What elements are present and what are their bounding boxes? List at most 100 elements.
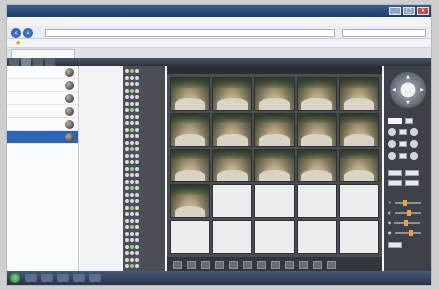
taskbar-item[interactable]: [25, 274, 37, 282]
camera-feed[interactable]: [338, 112, 379, 147]
camera-feed[interactable]: [338, 148, 379, 183]
viewer-tool-button[interactable]: [215, 261, 224, 269]
camera-feed[interactable]: [212, 148, 253, 183]
brightness-slider[interactable]: [394, 199, 421, 206]
default-button[interactable]: [388, 242, 402, 248]
iris-close-button[interactable]: [388, 152, 396, 160]
empty-channel[interactable]: [254, 220, 295, 254]
slider-knob[interactable]: [402, 199, 407, 206]
empty-channel[interactable]: [170, 220, 211, 254]
slider-knob[interactable]: [408, 229, 413, 236]
device-item-selected[interactable]: [7, 131, 78, 144]
search-input[interactable]: [342, 29, 426, 37]
taskbar-item[interactable]: [73, 274, 85, 282]
empty-channel[interactable]: [338, 184, 379, 219]
ptz-dpad-icon[interactable]: ▲ ▼ ◀ ▶: [390, 72, 426, 108]
slider-knob[interactable]: [406, 209, 411, 216]
camera-feed[interactable]: [338, 77, 379, 111]
camera-feed[interactable]: [170, 77, 211, 111]
taskbar-item[interactable]: [41, 274, 53, 282]
taskbar-item[interactable]: [57, 274, 69, 282]
camera-feed[interactable]: [254, 148, 295, 183]
camera-feed[interactable]: [296, 112, 337, 147]
taskbar-item[interactable]: [89, 274, 101, 282]
channel-status-icon: [130, 264, 134, 269]
close-button[interactable]: x: [417, 7, 429, 15]
camera-feed[interactable]: [296, 148, 337, 183]
browser-tab[interactable]: [11, 49, 75, 58]
app-tab[interactable]: [9, 58, 19, 66]
empty-channel[interactable]: [254, 184, 295, 219]
speed-input[interactable]: [388, 118, 402, 124]
viewer-tool-button[interactable]: [313, 261, 322, 269]
viewer-tool-button[interactable]: [173, 261, 182, 269]
saturation-slider[interactable]: [394, 219, 421, 226]
viewer-tool-button[interactable]: [327, 261, 336, 269]
channel-status-icon: [130, 153, 134, 158]
device-item[interactable]: [7, 105, 78, 118]
preset-row: [388, 170, 419, 176]
channel-status-icon: [135, 153, 139, 158]
star-icon[interactable]: ★: [15, 39, 21, 47]
device-item[interactable]: [7, 79, 78, 92]
camera-feed[interactable]: [254, 77, 295, 111]
camera-feed[interactable]: [212, 112, 253, 147]
camera-feed[interactable]: [212, 77, 253, 111]
channel-row[interactable]: [125, 263, 163, 270]
device-item[interactable]: [7, 66, 78, 79]
viewer-tool-button[interactable]: [229, 261, 238, 269]
zoom-in-button[interactable]: [410, 128, 418, 136]
preset-button[interactable]: [388, 170, 402, 176]
channel-status-icon: [125, 231, 129, 236]
camera-feed[interactable]: [170, 184, 211, 219]
preset-button[interactable]: [405, 180, 419, 186]
forward-arrow-icon[interactable]: ›: [23, 28, 33, 38]
start-button-icon[interactable]: [10, 273, 20, 283]
viewer-tool-button[interactable]: [299, 261, 308, 269]
window-controls: _ □ x: [389, 7, 429, 15]
focus-far-button[interactable]: [410, 140, 418, 148]
empty-channel[interactable]: [212, 184, 253, 219]
viewer-tool-button[interactable]: [285, 261, 294, 269]
camera-feed[interactable]: [170, 148, 211, 183]
viewer-tool-button[interactable]: [243, 261, 252, 269]
empty-channel[interactable]: [338, 220, 379, 254]
preset-button[interactable]: [405, 170, 419, 176]
camera-feed[interactable]: [296, 77, 337, 111]
device-item[interactable]: [7, 92, 78, 105]
app-tab[interactable]: [45, 58, 55, 66]
camera-feed[interactable]: [170, 112, 211, 147]
viewer-tool-button[interactable]: [257, 261, 266, 269]
viewer-tool-button[interactable]: [187, 261, 196, 269]
channel-status-icon: [125, 166, 129, 171]
empty-channel[interactable]: [296, 184, 337, 219]
channel-status-icon: [135, 82, 139, 87]
channel-status-icon: [130, 231, 134, 236]
camera-feed[interactable]: [254, 112, 295, 147]
ptz-left-arrow[interactable]: ◀: [392, 87, 396, 93]
saturation-icon: ◆: [388, 220, 392, 225]
contrast-slider[interactable]: [394, 209, 421, 216]
ptz-down-arrow[interactable]: ▼: [406, 100, 410, 106]
preset-button[interactable]: [388, 180, 402, 186]
app-tab-active[interactable]: [21, 58, 31, 66]
ptz-up-arrow[interactable]: ▲: [406, 74, 410, 80]
device-item[interactable]: [7, 118, 78, 131]
minimize-button[interactable]: _: [389, 7, 401, 15]
iris-open-button[interactable]: [410, 152, 418, 160]
viewer-tool-button[interactable]: [201, 261, 210, 269]
brightness-row: ☀: [388, 199, 421, 206]
zoom-out-button[interactable]: [388, 128, 396, 136]
app-tab[interactable]: [33, 58, 43, 66]
url-input[interactable]: [45, 29, 335, 37]
focus-near-button[interactable]: [388, 140, 396, 148]
viewer-tool-button[interactable]: [271, 261, 280, 269]
hue-slider[interactable]: [394, 229, 421, 236]
ptz-right-arrow[interactable]: ▶: [420, 87, 424, 93]
empty-channel[interactable]: [296, 220, 337, 254]
speed-button[interactable]: [405, 118, 413, 124]
back-arrow-icon[interactable]: ‹: [11, 28, 21, 38]
empty-channel[interactable]: [212, 220, 253, 254]
maximize-button[interactable]: □: [403, 7, 415, 15]
slider-knob[interactable]: [404, 219, 409, 226]
